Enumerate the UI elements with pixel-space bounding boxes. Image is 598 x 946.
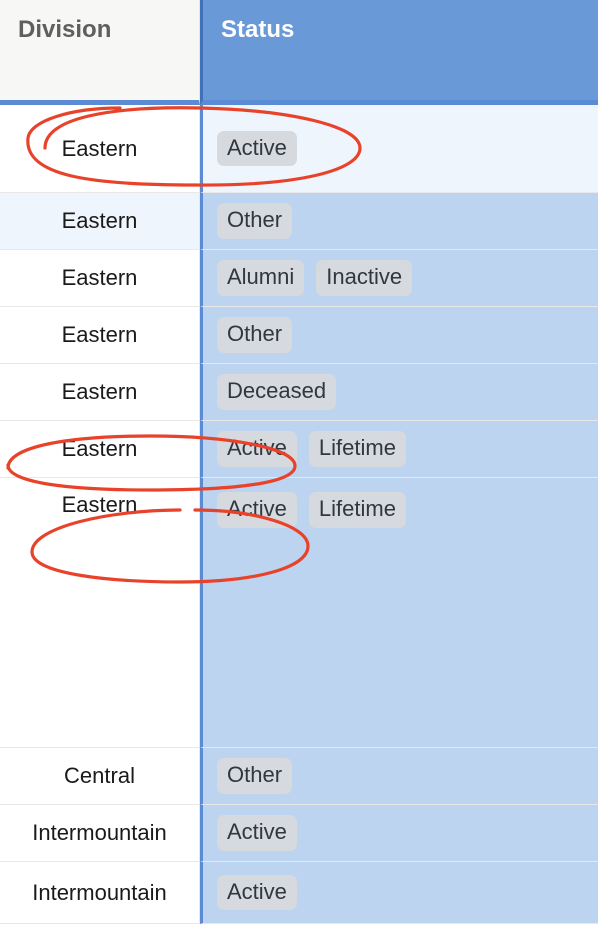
table-row[interactable]: Eastern xyxy=(0,307,200,364)
table-row[interactable]: Active xyxy=(200,862,598,924)
status-header[interactable]: Status xyxy=(200,0,598,105)
status-tag[interactable]: Deceased xyxy=(217,374,336,410)
division-cell: Intermountain xyxy=(32,880,167,906)
table-row[interactable]: Other xyxy=(200,193,598,250)
table-row[interactable]: Alumni Inactive xyxy=(200,250,598,307)
status-tag[interactable]: Active xyxy=(217,131,297,167)
division-cell: Eastern xyxy=(62,265,138,291)
status-tag[interactable]: Other xyxy=(217,758,292,794)
table-row[interactable]: Intermountain xyxy=(0,805,200,862)
division-cell: Eastern xyxy=(62,322,138,348)
division-header[interactable]: Division xyxy=(0,0,200,105)
division-cell: Intermountain xyxy=(32,820,167,846)
table-row[interactable]: Eastern xyxy=(0,193,200,250)
status-tag[interactable]: Active xyxy=(217,815,297,851)
division-column: Division Eastern Eastern Eastern Eastern… xyxy=(0,0,200,924)
table-row[interactable]: Deceased xyxy=(200,364,598,421)
table-row[interactable]: Active xyxy=(200,105,598,193)
table-row[interactable]: Eastern xyxy=(0,478,200,748)
data-table: Division Eastern Eastern Eastern Eastern… xyxy=(0,0,598,924)
division-cell: Eastern xyxy=(62,436,138,462)
table-row[interactable]: Other xyxy=(200,307,598,364)
status-tag[interactable]: Active xyxy=(217,875,297,911)
table-row[interactable]: Eastern xyxy=(0,364,200,421)
table-row[interactable]: Intermountain xyxy=(0,862,200,924)
division-cell: Eastern xyxy=(62,492,138,518)
table-row[interactable]: Active xyxy=(200,805,598,862)
status-tag[interactable]: Lifetime xyxy=(309,492,406,528)
status-tag[interactable]: Active xyxy=(217,492,297,528)
status-tag[interactable]: Lifetime xyxy=(309,431,406,467)
table-row[interactable]: Active Lifetime xyxy=(200,478,598,748)
status-header-label: Status xyxy=(221,16,294,44)
status-tag[interactable]: Other xyxy=(217,317,292,353)
table-row[interactable]: Other xyxy=(200,748,598,805)
table-row[interactable]: Eastern xyxy=(0,105,200,193)
division-cell: Eastern xyxy=(62,208,138,234)
status-tag[interactable]: Active xyxy=(217,431,297,467)
status-tag[interactable]: Inactive xyxy=(316,260,412,296)
status-column: Status Active Other Alumni Inactive Othe… xyxy=(200,0,598,924)
table-row[interactable]: Central xyxy=(0,748,200,805)
status-tag[interactable]: Other xyxy=(217,203,292,239)
status-tag[interactable]: Alumni xyxy=(217,260,304,296)
division-header-label: Division xyxy=(18,16,111,44)
division-cell: Eastern xyxy=(62,136,138,162)
table-row[interactable]: Eastern xyxy=(0,421,200,478)
table-row[interactable]: Active Lifetime xyxy=(200,421,598,478)
table-row[interactable]: Eastern xyxy=(0,250,200,307)
division-cell: Eastern xyxy=(62,379,138,405)
division-cell: Central xyxy=(64,763,135,789)
